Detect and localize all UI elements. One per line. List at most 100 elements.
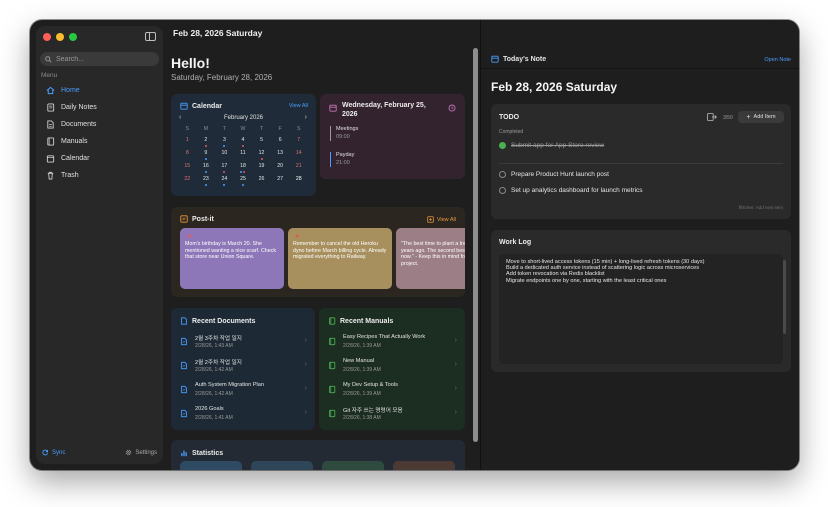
todo-item[interactable]: Prepare Product Hunt launch post [499,171,609,178]
settings-button[interactable]: Settings [125,449,157,456]
calendar-day[interactable]: 17 [215,161,234,174]
calendar-day[interactable]: 1 [178,135,197,148]
postit-note[interactable]: "The best time to plant a tree was 20 ye… [396,228,465,289]
sidebar-toggle-icon[interactable] [145,32,156,41]
calendar-day[interactable]: 11 [234,148,253,161]
recent-manual-row[interactable]: Easy Recipes That Actually Work 2/28/26, … [328,332,457,352]
event-dot [240,171,243,173]
main-scrollbar[interactable] [473,48,478,442]
postit-note[interactable]: Remember to cancel the old Heroku dyno b… [288,228,392,289]
agenda-event-title: Meetings [336,126,359,132]
sidebar-item-home[interactable]: Home [40,82,159,99]
calendar-day[interactable]: 27 [271,174,290,187]
add-item-button[interactable]: + Add Item [738,111,784,123]
document-icon [46,120,55,129]
calendar-day[interactable]: 9 [197,148,216,161]
gear-icon [126,449,132,456]
calendar-day[interactable]: 24 [215,174,234,187]
sync-label: Sync [52,449,66,456]
list-item-title: Auth System Migration Plan [195,382,265,388]
list-item-date: 2/28/26, 1:41 AM [195,415,233,421]
shortcut-hint: ⌘Enter: Add new item [738,205,783,210]
list-item-title: 2026 Goals [195,406,224,412]
checkbox-icon[interactable] [499,187,506,194]
calendar-day[interactable]: 26 [252,174,271,187]
sidebar-item-manuals[interactable]: Manuals [40,133,159,150]
sidebar-item-label: Daily Notes [61,104,97,111]
stat-tile[interactable] [393,461,455,470]
recent-manual-row[interactable]: Git 자주 쓰는 명령어 모음 2/28/26, 1:38 AM › [328,404,457,424]
worklog-scrollbar[interactable] [783,260,786,334]
calendar-day[interactable]: 14 [289,148,308,161]
recent-document-row[interactable]: 2월 3주차 작업 일지 2/28/26, 1:43 AM › [180,332,307,352]
sidebar-item-documents[interactable]: Documents [40,116,159,133]
calendar-day[interactable]: 28 [289,174,308,187]
postit-view-all-link[interactable]: View All [427,216,456,223]
agenda-event[interactable]: Meetings 09:00 [330,126,358,141]
calendar-day[interactable]: 18 [234,161,253,174]
calendar-day[interactable]: 12 [252,148,271,161]
calendar-day[interactable]: 3 [215,135,234,148]
open-note-link[interactable]: Open Note [764,57,791,63]
calendar-day[interactable]: 19 [252,161,271,174]
stat-tile[interactable] [180,461,242,470]
pin-icon [186,233,192,239]
list-item-date: 2/28/26, 1:39 AM [343,367,381,373]
calendar-view-all-link[interactable]: View All [289,103,308,109]
checkbox-icon[interactable] [499,171,506,178]
sidebar-item-calendar[interactable]: Calendar [40,150,159,167]
calendar-day[interactable]: 23 [197,174,216,187]
sync-button[interactable]: Sync [42,449,65,456]
recent-document-row[interactable]: 2월 2주차 작업 일지 2/28/26, 1:42 AM › [180,356,307,376]
stat-tile[interactable] [251,461,313,470]
chevron-right-icon: › [454,385,457,392]
calendar-day[interactable]: 10 [215,148,234,161]
calendar-day[interactable]: 20 [271,161,290,174]
recent-document-row[interactable]: Auth System Migration Plan 2/28/26, 1:42 … [180,380,307,400]
agenda-card: Wednesday, February 25, 2026 Meetings 09… [320,94,465,179]
calendar-day[interactable]: 25 [234,174,253,187]
event-dot [204,145,207,147]
clock-icon[interactable] [448,104,456,112]
calendar-day[interactable]: 15 [178,161,197,174]
postit-note[interactable]: Mom's birthday is March 20. She mentione… [180,228,284,289]
stat-tile[interactable] [322,461,384,470]
recent-manual-row[interactable]: New Manual 2/28/26, 1:39 AM › [328,356,457,376]
recent-document-row[interactable]: 2026 Goals 2/28/26, 1:41 AM › [180,404,307,424]
calendar-day[interactable]: 21 [289,161,308,174]
calendar-day[interactable]: 2 [197,135,216,148]
todo-item[interactable]: Set up analytics dashboard for launch me… [499,187,643,194]
search-bar[interactable] [40,52,159,66]
todo-item-text: Prepare Product Hunt launch post [511,171,609,178]
checked-checkbox-icon[interactable] [499,142,506,149]
calendar-day[interactable]: 4 [234,135,253,148]
move-list-icon[interactable] [707,113,717,121]
statistics-title-text: Statistics [192,449,224,457]
calendar-day[interactable]: 5 [252,135,271,148]
add-item-label: Add Item [753,114,776,120]
search-input[interactable] [56,55,151,63]
minimize-window-button[interactable] [56,33,64,41]
next-month-chevron-icon[interactable]: › [305,114,307,121]
recent-manual-row[interactable]: My Dev Setup & Tools 2/28/26, 1:39 AM › [328,380,457,400]
chevron-right-icon: › [454,337,457,344]
close-window-button[interactable] [43,33,51,41]
sidebar-item-daily-notes[interactable]: Daily Notes [40,99,159,116]
agenda-event[interactable]: Payday 21:00 [330,152,354,167]
worklog-textarea[interactable]: Move to short-lived access tokens (15 mi… [499,254,783,364]
calendar-day[interactable]: 7 [289,135,308,148]
calendar-day[interactable]: 8 [178,148,197,161]
calendar-day[interactable]: 16 [197,161,216,174]
calendar-day[interactable]: 22 [178,174,197,187]
calendar-day[interactable]: 13 [271,148,290,161]
todo-item-text: Submit app for App Store review [511,142,605,149]
zoom-window-button[interactable] [69,33,77,41]
list-item-date: 2/28/26, 1:39 AM [343,343,381,349]
todo-item[interactable]: Submit app for App Store review [499,142,604,149]
chevron-right-icon: › [304,361,307,368]
calendar-day[interactable]: 6 [271,135,290,148]
recent-manuals-title-text: Recent Manuals [340,317,394,325]
sidebar-item-trash[interactable]: Trash [40,167,159,184]
todays-note-pane: Today's Note Open Note Feb 28, 2026 Satu… [480,20,799,470]
sticky-note-icon [180,215,188,223]
